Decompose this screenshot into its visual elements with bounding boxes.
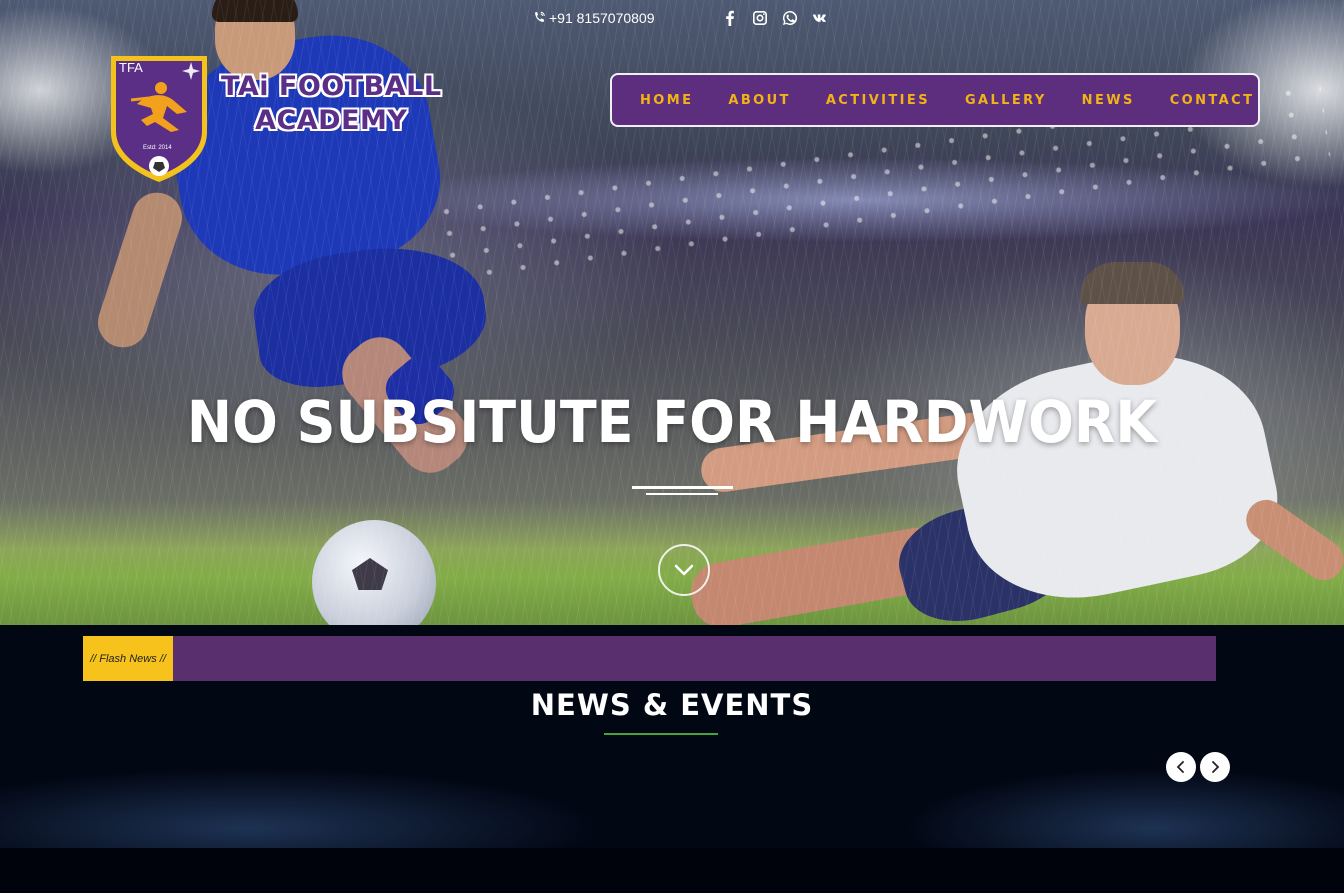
chevron-left-icon <box>1176 761 1184 773</box>
facebook-icon[interactable] <box>721 9 739 27</box>
logo-line-1: TAi FOOTBALL <box>221 71 442 102</box>
nav-activities[interactable]: ACTIVITIES <box>826 93 930 108</box>
nav-home[interactable]: HOME <box>640 93 693 108</box>
section-title-underline <box>604 733 718 735</box>
carousel-next-button[interactable] <box>1200 752 1230 782</box>
hero-banner: +91 8157070809 TFA Estd: 2014 TAi FOOTBA… <box>0 0 1344 625</box>
main-navigation: HOME ABOUT ACTIVITIES GALLERY NEWS CONTA… <box>610 73 1260 127</box>
logo-wordmark: TAi FOOTBALL ACADEMY <box>221 70 442 138</box>
flash-news-ticker <box>173 636 1216 681</box>
footer-strip <box>0 848 1344 893</box>
flash-news-bar: // Flash News // <box>83 636 1216 681</box>
nav-about[interactable]: ABOUT <box>728 93 790 108</box>
crest-abbreviation: TFA <box>119 60 143 75</box>
social-links <box>721 9 829 27</box>
phone-link[interactable]: +91 8157070809 <box>532 10 655 26</box>
headline-divider-bottom <box>646 493 718 495</box>
scroll-down-button[interactable] <box>658 544 710 596</box>
chevron-right-icon <box>1212 761 1220 773</box>
crest-established: Estd: 2014 <box>143 145 172 151</box>
crest-icon: TFA Estd: 2014 <box>107 52 211 186</box>
vk-icon[interactable] <box>811 9 829 27</box>
nav-news[interactable]: NEWS <box>1082 93 1135 108</box>
headline-divider-top <box>632 486 733 489</box>
nav-gallery[interactable]: GALLERY <box>965 93 1047 108</box>
hero-headline: NO SUBSITUTE FOR HARDWORK <box>186 388 1158 456</box>
section-title: NEWS & EVENTS <box>530 688 814 722</box>
phone-icon <box>535 11 545 22</box>
instagram-icon[interactable] <box>751 9 769 27</box>
flash-news-label: // Flash News // <box>83 636 173 681</box>
chevron-down-icon <box>674 564 694 576</box>
whatsapp-icon[interactable] <box>781 9 799 27</box>
contact-bar: +91 8157070809 <box>532 8 829 28</box>
carousel-prev-button[interactable] <box>1166 752 1196 782</box>
site-logo[interactable]: TFA Estd: 2014 TAi FOOTBALL ACADEMY <box>107 52 442 186</box>
nav-contact[interactable]: CONTACT <box>1170 93 1255 108</box>
phone-number: +91 8157070809 <box>549 10 655 26</box>
news-section: // Flash News // NEWS & EVENTS <box>0 625 1344 848</box>
logo-line-2: ACADEMY <box>255 105 408 136</box>
